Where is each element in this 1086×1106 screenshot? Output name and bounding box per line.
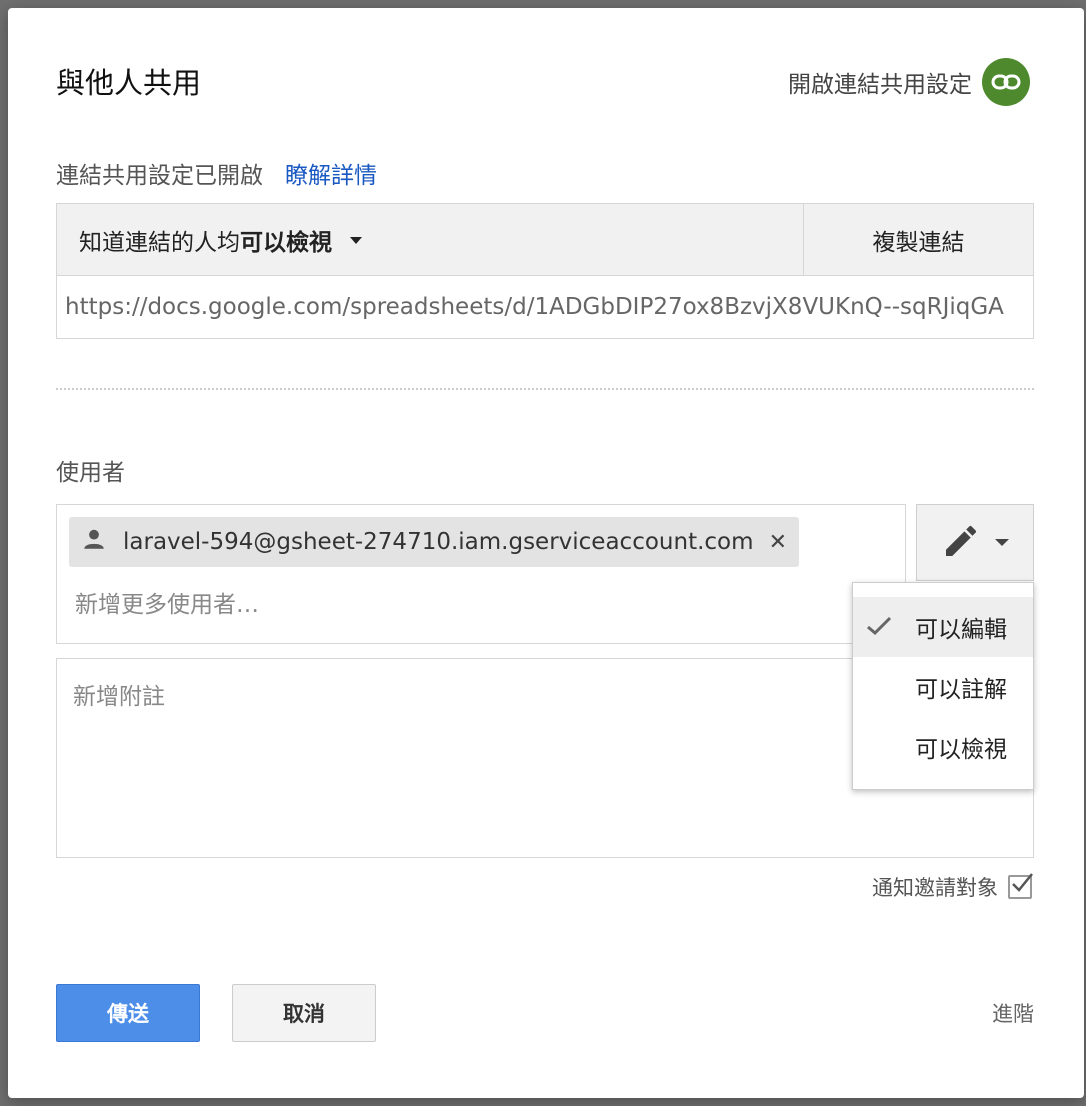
- person-icon: [81, 526, 107, 558]
- cancel-button[interactable]: 取消: [232, 984, 376, 1042]
- dialog-title: 與他人共用: [56, 66, 202, 100]
- chevron-down-icon: [995, 539, 1009, 546]
- permission-option-label: 可以檢視: [915, 737, 1007, 763]
- permission-menu: 可以編輯 可以註解 可以檢視: [852, 582, 1034, 790]
- link-box: 知道連結的人均 可以檢視 複製連結 https://docs.google.com…: [56, 203, 1034, 339]
- send-button[interactable]: 傳送: [56, 984, 200, 1042]
- user-chip-email: laravel-594@gsheet-274710.iam.gserviceac…: [123, 529, 754, 555]
- share-dialog: 與他人共用 開啟連結共用設定 連結共用設定已開啟 瞭解詳情 知道連結的人均 可以檢…: [8, 8, 1084, 1098]
- link-sharing-toggle-label: 開啟連結共用設定: [788, 72, 972, 98]
- permission-option-label: 可以註解: [915, 677, 1007, 703]
- permission-dropdown-button[interactable]: [916, 504, 1034, 581]
- advanced-link[interactable]: 進階: [992, 998, 1034, 1028]
- people-label: 使用者: [56, 460, 125, 486]
- section-divider: [56, 388, 1034, 390]
- link-access-level: 可以檢視: [240, 229, 332, 256]
- user-chip[interactable]: laravel-594@gsheet-274710.iam.gserviceac…: [69, 517, 799, 567]
- notify-label: 通知邀請對象: [872, 876, 998, 900]
- close-icon[interactable]: ✕: [769, 530, 787, 555]
- notify-checkbox[interactable]: [1008, 873, 1033, 899]
- people-input-box[interactable]: laravel-594@gsheet-274710.iam.gserviceac…: [56, 504, 906, 644]
- learn-more-link[interactable]: 瞭解詳情: [285, 156, 377, 190]
- notify-row: 通知邀請對象: [872, 872, 1033, 902]
- pencil-icon: [941, 521, 981, 565]
- permission-option-edit[interactable]: 可以編輯: [853, 597, 1033, 657]
- permission-option-label: 可以編輯: [915, 617, 1007, 643]
- share-url-field[interactable]: https://docs.google.com/spreadsheets/d/1…: [57, 276, 1033, 338]
- add-more-users-input[interactable]: 新增更多使用者…: [75, 585, 259, 619]
- permission-option-comment[interactable]: 可以註解: [853, 657, 1033, 717]
- permission-option-view[interactable]: 可以檢視: [853, 717, 1033, 777]
- link-access-prefix: 知道連結的人均: [79, 229, 240, 256]
- link-sharing-toggle[interactable]: 開啟連結共用設定: [788, 58, 1030, 106]
- link-sharing-status-text: 連結共用設定已開啟: [56, 163, 263, 189]
- link-icon[interactable]: [982, 58, 1030, 106]
- check-icon: [865, 614, 893, 644]
- note-placeholder: 新增附註: [73, 684, 165, 710]
- link-sharing-status: 連結共用設定已開啟 瞭解詳情: [56, 156, 377, 190]
- copy-link-button[interactable]: 複製連結: [804, 204, 1033, 276]
- link-access-dropdown[interactable]: 知道連結的人均 可以檢視: [57, 204, 804, 276]
- caret-down-icon: [350, 237, 362, 244]
